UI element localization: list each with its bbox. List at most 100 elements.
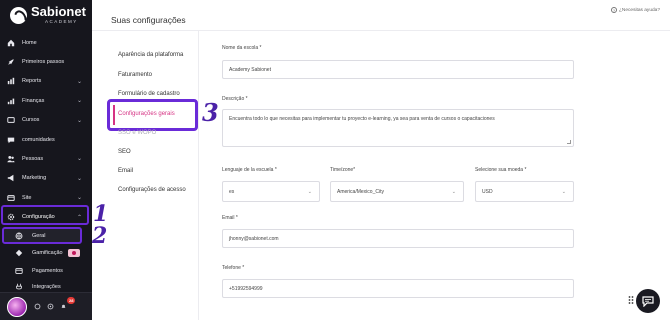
- sidebar-item-financas[interactable]: Finanças ⌄: [0, 91, 92, 110]
- school-name-label: Nome da escola *: [222, 45, 262, 51]
- user-badge-icon: [67, 249, 80, 257]
- sidebar-item-comunidades[interactable]: comunidades: [0, 130, 92, 149]
- description-value: Encuentra todo lo que necesitas para imp…: [229, 116, 495, 122]
- language-value: es: [229, 188, 235, 195]
- sidebar-item-marketing[interactable]: Marketing ⌄: [0, 169, 92, 188]
- help-icon[interactable]: [47, 303, 54, 310]
- chevron-down-icon: ⌄: [76, 156, 82, 163]
- description-textarea[interactable]: Encuentra todo lo que necesitas para imp…: [222, 109, 574, 147]
- settings-nav-configuracoes-gerais[interactable]: Configurações gerais: [118, 111, 175, 117]
- annotation-number-3: 3: [202, 98, 219, 127]
- resize-handle-icon[interactable]: [567, 140, 571, 144]
- sidebar-item-label: Marketing: [22, 175, 47, 182]
- megaphone-icon: [6, 174, 15, 183]
- question-icon: ?: [610, 7, 617, 13]
- card-icon: [14, 267, 23, 276]
- notification-count: 28: [67, 297, 76, 304]
- globe-icon: [6, 193, 15, 202]
- header-divider: [92, 30, 670, 31]
- brand-logo[interactable]: Sabionet ACADEMY: [10, 4, 86, 24]
- highlight-geral: [2, 227, 82, 244]
- settings-nav-acesso[interactable]: Configurações de acesso: [118, 187, 186, 193]
- sidebar-subitem-pagamentos[interactable]: Pagamentos: [0, 262, 92, 280]
- sidebar-subitem-gamificacao[interactable]: Gamificação: [0, 244, 92, 262]
- help-label: ¿Necesitas ayuda?: [618, 7, 660, 13]
- currency-select[interactable]: USD ⌄: [475, 181, 574, 202]
- course-icon: [6, 116, 15, 125]
- timezone-value: America/Mexico_City: [337, 188, 384, 195]
- description-label: Descrição *: [222, 96, 248, 102]
- sidebar: Sabionet ACADEMY Home Primeiros passos R…: [0, 0, 92, 320]
- settings-nav-sso[interactable]: SSO e WOPO: [118, 130, 156, 136]
- settings-nav-divider: [198, 31, 199, 320]
- timezone-label: Time/zone*: [330, 167, 356, 173]
- gamification-icon: [14, 249, 23, 258]
- sidebar-item-label: Primeiros passos: [22, 59, 65, 66]
- chevron-down-icon: ⌄: [76, 98, 82, 105]
- email-label: Email *: [222, 215, 238, 221]
- chart-icon: [6, 77, 15, 86]
- help-link[interactable]: ? ¿Necesitas ayuda?: [610, 7, 660, 13]
- chevron-down-icon: ⌄: [451, 188, 456, 195]
- settings-nav-faturamento[interactable]: Faturamento: [118, 72, 152, 78]
- chevron-down-icon: ⌄: [76, 195, 82, 202]
- sidebar-item-cursos[interactable]: Cursos ⌄: [0, 111, 92, 130]
- home-icon: [6, 38, 15, 47]
- settings-nav-seo[interactable]: SEO: [118, 149, 131, 155]
- chevron-down-icon: ⌄: [76, 175, 82, 182]
- school-name-input[interactable]: Academy Sabionet: [222, 60, 574, 79]
- sidebar-item-home[interactable]: Home: [0, 33, 92, 52]
- sidebar-item-label: Reports: [22, 78, 42, 85]
- phone-field[interactable]: +51992594999: [222, 279, 574, 298]
- sidebar-footer: 28: [0, 292, 92, 320]
- chat-icon: [642, 295, 654, 307]
- sidebar-nav: Home Primeiros passos Reports ⌄ Finanças…: [0, 33, 92, 227]
- drag-handle-icon[interactable]: [628, 295, 634, 305]
- active-indicator: [113, 105, 115, 125]
- plug-icon: [14, 283, 23, 292]
- settings-nav-formulario[interactable]: Formulário de cadastro: [118, 91, 180, 97]
- chevron-down-icon: ⌄: [76, 117, 82, 124]
- settings-nav-email[interactable]: Email: [118, 168, 133, 174]
- chevron-down-icon: ⌄: [76, 78, 82, 85]
- brand-tagline: ACADEMY: [45, 19, 78, 24]
- email-value: jhonny@sabionet.com: [229, 235, 279, 242]
- people-icon: [6, 155, 15, 164]
- sidebar-item-label: Pagamentos: [32, 268, 63, 274]
- sidebar-item-pessoas[interactable]: Pessoas ⌄: [0, 149, 92, 168]
- phone-label: Telefone *: [222, 265, 245, 271]
- timezone-select[interactable]: America/Mexico_City ⌄: [330, 181, 464, 202]
- settings-nav-aparencia[interactable]: Aparência da plataforma: [118, 52, 183, 58]
- finance-icon: [6, 96, 15, 105]
- annotation-number-2: 2: [92, 223, 108, 249]
- sabionet-logo-icon: [10, 6, 27, 24]
- email-field[interactable]: jhonny@sabionet.com: [222, 229, 574, 248]
- chat-button[interactable]: [636, 289, 660, 313]
- sidebar-item-label: Home: [22, 39, 37, 46]
- rocket-icon: [6, 58, 15, 67]
- sidebar-item-label: Pessoas: [22, 156, 44, 163]
- sidebar-item-label: Integrações: [32, 284, 61, 290]
- language-select[interactable]: es ⌄: [222, 181, 320, 202]
- sidebar-item-label: comunidades: [22, 136, 55, 143]
- chevron-down-icon: ⌄: [561, 188, 566, 195]
- page-title: Suas configurações: [111, 15, 186, 25]
- avatar[interactable]: [7, 297, 27, 317]
- language-label: Lenguaje de la escuela *: [222, 167, 277, 173]
- currency-label: Selecione sua moeda *: [475, 167, 527, 173]
- chat-icon: [6, 135, 15, 144]
- sidebar-item-reports[interactable]: Reports ⌄: [0, 72, 92, 91]
- highlight-configuracao: [1, 205, 89, 225]
- sidebar-item-label: Finanças: [22, 97, 45, 104]
- sidebar-item-label: Gamificação: [32, 250, 63, 256]
- brand-name: Sabionet: [31, 4, 86, 19]
- phone-value: +51992594999: [229, 285, 263, 292]
- sidebar-item-label: Site: [22, 194, 32, 201]
- sidebar-item-primeiros-passos[interactable]: Primeiros passos: [0, 52, 92, 71]
- chevron-down-icon: ⌄: [307, 188, 312, 195]
- sidebar-item-label: Cursos: [22, 117, 40, 124]
- currency-value: USD: [482, 188, 493, 195]
- moon-icon[interactable]: [34, 303, 41, 310]
- school-name-value: Academy Sabionet: [229, 66, 271, 73]
- bell-icon[interactable]: [60, 303, 67, 310]
